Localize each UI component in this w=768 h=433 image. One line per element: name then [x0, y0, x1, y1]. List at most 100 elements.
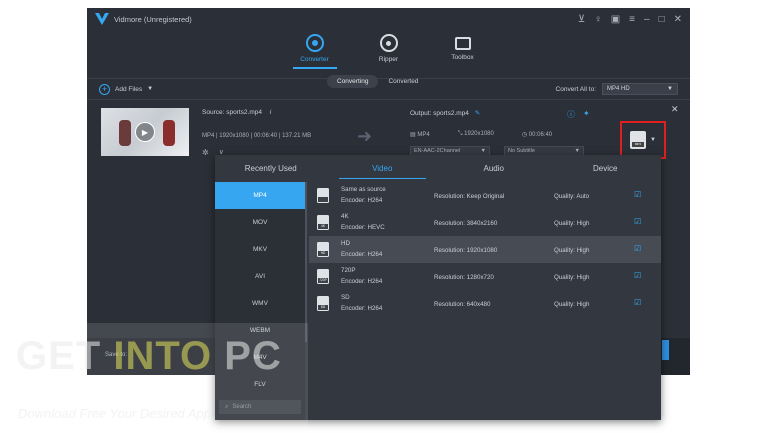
title-bar-controls: ⊻ ♀ ▣ ≡ – □ ✕ — [578, 14, 682, 25]
preset-list: Same as source Encoder: H264 Resolution:… — [309, 182, 661, 317]
toolbox-icon — [454, 37, 471, 50]
format-picker-button[interactable]: MP4 ▼ — [620, 121, 666, 159]
preset-name: SD — [341, 294, 350, 301]
edit-preset-icon[interactable]: ☑ — [634, 244, 641, 253]
preset-name: HD — [341, 240, 350, 247]
preset-row[interactable]: 720P 720P Encoder: H264 Resolution: 1280… — [309, 263, 661, 290]
convert-all-group: Convert All to: MP4 HD ▼ — [556, 83, 678, 95]
menu-icon[interactable]: ≡ — [629, 14, 635, 25]
edit-preset-icon[interactable]: ☑ — [634, 271, 641, 280]
info-circle-icon[interactable]: ⓘ — [567, 109, 575, 120]
format-item-wmv[interactable]: WMV — [215, 290, 305, 317]
cart-icon[interactable]: ⊻ — [578, 14, 585, 25]
add-files-label: Add Files — [115, 85, 143, 93]
tab-converter[interactable]: Converter — [292, 34, 337, 69]
converter-icon — [305, 34, 324, 52]
4k-file-icon: 4K — [317, 215, 329, 230]
remove-file-icon[interactable]: ✕ — [671, 104, 679, 115]
convert-all-label: Convert All to: — [555, 85, 596, 93]
preset-name: 4K — [341, 213, 349, 220]
title-bar: Vidmore (Unregistered) ⊻ ♀ ▣ ≡ – □ ✕ — [87, 8, 690, 30]
tab-ripper-label: Ripper — [378, 56, 399, 63]
preset-quality: Quality: Auto — [554, 193, 590, 200]
chevron-down-icon: ▼ — [667, 86, 673, 92]
format-item-mkv[interactable]: MKV — [215, 236, 305, 263]
preset-resolution: Resolution: Keep Original — [434, 193, 505, 200]
tab-converted[interactable]: Converted — [378, 75, 428, 88]
add-files-button[interactable]: + Add Files ▼ — [99, 83, 154, 95]
ripper-icon — [379, 34, 398, 52]
close-icon[interactable]: ✕ — [674, 14, 682, 25]
format-list-scrollbar[interactable] — [305, 182, 307, 342]
preset-row[interactable]: HD HD Encoder: H264 Resolution: 1920x108… — [309, 236, 661, 263]
source-name: Source: sports2.mp4 — [202, 109, 262, 116]
main-nav: Converter Ripper Toolbox — [87, 30, 690, 78]
tab-toolbox[interactable]: Toolbox — [441, 34, 485, 61]
preset-encoder: Encoder: H264 — [341, 251, 383, 258]
source-file: Source: sports2.mp4 i — [202, 109, 271, 116]
preset-quality: Quality: High — [554, 247, 590, 254]
tab-device[interactable]: Device — [550, 155, 662, 182]
video-thumbnail[interactable]: ▶ — [101, 108, 189, 156]
maximize-icon[interactable]: □ — [659, 14, 665, 25]
720p-file-icon: 720P — [317, 269, 329, 284]
output-file: Output: sports2.mp4 ✎ — [410, 109, 480, 117]
tab-video[interactable]: Video — [327, 155, 439, 182]
edit-preset-icon[interactable]: ☑ — [634, 190, 641, 199]
preset-quality: Quality: High — [554, 301, 590, 308]
plus-icon: + — [99, 83, 110, 95]
output-actions: ⓘ ✦ — [567, 109, 590, 120]
tab-audio[interactable]: Audio — [438, 155, 550, 182]
format-item-avi[interactable]: AVI — [215, 263, 305, 290]
convert-all-value: MP4 HD — [607, 86, 630, 92]
output-name: Output: sports2.mp4 — [410, 110, 469, 117]
chevron-down-icon: ▼ — [147, 86, 154, 92]
output-duration: ◷ 00:06:40 — [521, 132, 553, 138]
minimize-icon[interactable]: – — [644, 14, 650, 25]
format-item-mp4[interactable]: MP4 — [215, 182, 305, 209]
source-meta: MP4 | 1920x1080 | 00:06:40 | 137.21 MB — [202, 133, 312, 139]
edit-preset-icon[interactable]: ☑ — [634, 217, 641, 226]
vidmore-logo-icon — [95, 13, 109, 25]
video-file-icon — [317, 188, 329, 203]
edit-preset-icon[interactable]: ☑ — [634, 298, 641, 307]
preset-encoder: Encoder: HEVC — [341, 224, 385, 231]
chevron-down-icon: ▼ — [650, 137, 656, 143]
watermark-subtitle: Download Free Your Desired App — [18, 406, 211, 421]
preset-encoder: Encoder: H264 — [341, 278, 383, 285]
output-meta: ▤ MP4 ⤡ 1920x1080 ◷ 00:06:40 — [410, 131, 552, 138]
preset-encoder: Encoder: H264 — [341, 305, 383, 312]
preset-row[interactable]: Same as source Encoder: H264 Resolution:… — [309, 182, 661, 209]
play-icon[interactable]: ▶ — [135, 122, 155, 142]
info-icon[interactable]: i — [270, 109, 271, 116]
preset-resolution: Resolution: 3840x2160 — [434, 220, 498, 227]
status-tabs: Converting Converted — [327, 75, 428, 88]
preset-name: Same as source — [341, 186, 386, 193]
convert-all-select[interactable]: MP4 HD ▼ — [602, 83, 678, 95]
preset-encoder: Encoder: H264 — [341, 197, 383, 204]
output-format: ▤ MP4 — [410, 132, 430, 138]
tab-recently-used[interactable]: Recently Used — [215, 155, 327, 182]
preset-quality: Quality: High — [554, 220, 590, 227]
sd-file-icon: SD — [317, 296, 329, 311]
mp4-format-icon: MP4 — [630, 131, 647, 149]
edit-pencil-icon[interactable]: ✎ — [475, 110, 480, 117]
preset-name: 720P — [341, 267, 356, 274]
format-item-mov[interactable]: MOV — [215, 209, 305, 236]
watermark-title: GET INTO PC — [16, 334, 282, 378]
chat-icon[interactable]: ▣ — [611, 14, 620, 25]
preset-resolution: Resolution: 640x480 — [434, 301, 491, 308]
window-title: Vidmore (Unregistered) — [114, 14, 192, 24]
preset-row[interactable]: 4K 4K Encoder: HEVC Resolution: 3840x216… — [309, 209, 661, 236]
key-icon[interactable]: ♀ — [594, 14, 602, 25]
tab-converting[interactable]: Converting — [327, 75, 379, 88]
convert-all-button[interactable] — [662, 340, 669, 360]
hd-file-icon: HD — [317, 242, 329, 257]
tab-converter-label: Converter — [300, 56, 329, 63]
arrow-right-icon: ➜ — [357, 126, 373, 146]
sparkle-icon[interactable]: ✦ — [583, 109, 590, 120]
format-tabs: Recently Used Video Audio Device — [215, 155, 661, 182]
settings-icon[interactable]: ✲ — [202, 148, 209, 157]
preset-row[interactable]: SD SD Encoder: H264 Resolution: 640x480 … — [309, 290, 661, 317]
tab-ripper[interactable]: Ripper — [367, 34, 411, 63]
